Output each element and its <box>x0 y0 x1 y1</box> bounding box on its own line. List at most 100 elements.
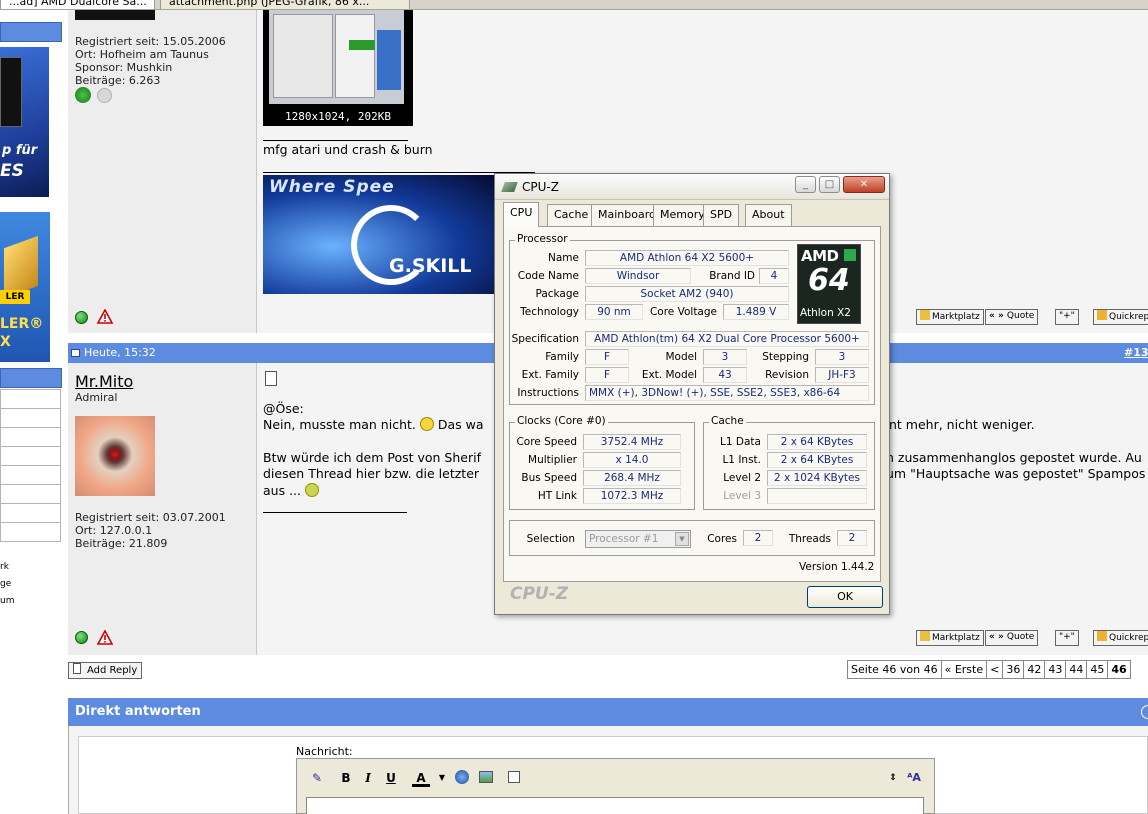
post2-number-link[interactable]: #135 <box>1124 343 1148 363</box>
marketplace-button[interactable]: Marktplatz <box>916 309 984 325</box>
sidebar-ad-banner[interactable]: LER LER® X <box>0 212 50 362</box>
core-speed-value: 3752.4 MHz <box>583 434 681 450</box>
italic-button[interactable]: I <box>359 769 377 787</box>
tab-cache[interactable]: Cache <box>547 204 596 226</box>
threads-value: 2 <box>837 530 867 546</box>
gskill-signature-banner[interactable]: Where Spee G.SKILL <box>263 175 495 294</box>
marketplace-icon <box>920 631 930 641</box>
insert-link-icon[interactable] <box>453 769 471 787</box>
version-label: Version 1.44.2 <box>799 561 875 573</box>
post2-text: Btw würde ich dem Post von Sherif <box>263 450 481 465</box>
post2-user-info: Registriert seit: 03.07.2001 Ort: 127.0.… <box>75 511 226 550</box>
post2-text-part: Das wa <box>437 417 484 432</box>
amd-athlon-logo: AMD 64 Athlon X2 <box>797 244 861 324</box>
browser-tab-label: ...ad] AMD Dualcore Sa... <box>9 0 147 8</box>
pagination-page[interactable]: 36 <box>1003 661 1025 678</box>
tab-about[interactable]: About <box>745 204 792 226</box>
post2-text-part: Nein, musste man nicht. <box>263 417 416 432</box>
codename-value: Windsor <box>585 268 691 284</box>
cpu-name-value: AMD Athlon 64 X2 5600+ <box>585 250 789 266</box>
marketplace-button[interactable]: Marktplatz <box>916 630 984 646</box>
remove-format-icon[interactable]: ✎ <box>308 769 326 787</box>
tab-cpu[interactable]: CPU <box>503 202 540 227</box>
pagination-page[interactable]: 45 <box>1087 661 1109 678</box>
report-post-icon[interactable] <box>97 309 113 324</box>
post1-user-info: Registriert seit: 15.05.2006 Ort: Hofhei… <box>75 35 226 87</box>
bus-speed-label: Bus Speed <box>521 472 577 484</box>
model-label: Model <box>665 351 697 363</box>
minimize-button[interactable]: _ <box>795 176 816 193</box>
browser-tab-strip: ...ad] AMD Dualcore Sa... attachment.php… <box>0 0 1148 10</box>
pc-case-image <box>0 57 22 127</box>
quote-button[interactable]: « » Quote <box>985 630 1039 646</box>
report-post-icon[interactable] <box>97 630 113 645</box>
pagination-page[interactable]: 43 <box>1045 661 1067 678</box>
post2-text: n zusammenhanglos gepostet wurde. Au <box>886 450 1142 465</box>
maximize-button[interactable]: □ <box>819 176 840 193</box>
sidebar-nav-item[interactable] <box>0 522 61 542</box>
direct-reply-header: Direkt antworten <box>68 698 1148 726</box>
ad-text: LER® <box>0 316 44 332</box>
sidebar-nav-item[interactable] <box>0 427 61 447</box>
add-reply-button[interactable]: Add Reply <box>68 662 143 679</box>
text-color-button[interactable]: A <box>412 769 430 787</box>
banner-slogan: Where Spee <box>269 177 395 197</box>
cpuz-brand-text: CPU-Z <box>510 584 569 604</box>
stepping-value: 3 <box>815 349 869 365</box>
browser-tab-forum[interactable]: ...ad] AMD Dualcore Sa... <box>0 0 155 9</box>
pagination-page[interactable]: 44 <box>1066 661 1088 678</box>
close-button[interactable]: ✕ <box>843 176 885 193</box>
quickreply-button[interactable]: Quickrep <box>1093 309 1148 325</box>
insert-image-icon[interactable] <box>477 769 495 787</box>
sidebar-header <box>0 22 62 42</box>
sidebar-nav-item[interactable] <box>0 389 61 409</box>
chevron-down-icon[interactable]: ▼ <box>433 769 451 787</box>
bold-button[interactable]: B <box>337 769 355 787</box>
attachment-thumbnail[interactable]: 1280x1024, 202KB <box>263 10 413 126</box>
post2-user-column <box>68 363 257 655</box>
level3-label: Level 3 <box>723 490 761 502</box>
sidebar-link[interactable]: rk <box>0 562 9 572</box>
chevron-down-icon[interactable]: ▼ <box>675 532 689 546</box>
post2-rank: Admiral <box>75 391 118 404</box>
pagination-first[interactable]: « Erste <box>942 661 988 678</box>
browser-tab-attachment[interactable]: attachment.php (JPEG-Grafik, 86 x... <box>160 0 410 9</box>
quote-button[interactable]: « » Quote <box>985 309 1039 325</box>
status-icon <box>97 88 112 103</box>
sidebar-nav-item[interactable] <box>0 484 61 504</box>
post2-username-link[interactable]: Mr.Mito <box>75 372 133 391</box>
sidebar-nav-item[interactable] <box>0 465 61 485</box>
sidebar-nav-item[interactable] <box>0 446 61 466</box>
message-textarea[interactable] <box>306 797 924 814</box>
sidebar-nav-item[interactable] <box>0 408 61 428</box>
post2-text: Nein, musste man nicht. Das wa <box>263 417 484 434</box>
l1-inst-label: L1 Inst. <box>722 454 761 466</box>
resize-editor-icon[interactable]: ⇕ <box>884 769 902 787</box>
sidebar-ad-banner[interactable]: p für ES <box>0 47 49 197</box>
close-icon[interactable] <box>154 0 155 7</box>
tab-spd[interactable]: SPD <box>703 204 740 226</box>
underline-button[interactable]: U <box>382 769 400 787</box>
collapse-icon[interactable] <box>1141 705 1148 719</box>
quickreply-button[interactable]: Quickrep <box>1093 630 1148 646</box>
switch-editor-mode-icon[interactable]: ᴬA <box>905 769 923 787</box>
button-label: Quickrep <box>1109 312 1148 322</box>
sidebar-link[interactable]: um <box>0 596 14 606</box>
preview-window <box>377 30 401 90</box>
pagination-prev[interactable]: < <box>987 661 1004 678</box>
button-label: Marktplatz <box>932 633 980 643</box>
pagination-page[interactable]: 42 <box>1024 661 1046 678</box>
sidebar-nav-item[interactable] <box>0 503 61 523</box>
multiquote-button[interactable]: "+" <box>1055 630 1079 646</box>
ok-button[interactable]: OK <box>807 586 883 608</box>
insert-quote-icon[interactable] <box>505 769 523 787</box>
multiquote-button[interactable]: "+" <box>1055 309 1079 325</box>
preview-window <box>273 14 333 98</box>
processor-select[interactable]: Processor #1 ▼ <box>585 530 691 548</box>
selection-label: Selection <box>526 533 575 545</box>
button-label: Quote <box>1006 311 1035 321</box>
smiley-icon <box>419 417 434 431</box>
amd-arrow-icon <box>844 249 856 261</box>
sidebar-link[interactable]: ge <box>0 579 11 589</box>
banner-logo-text: G.SKILL <box>389 255 472 277</box>
